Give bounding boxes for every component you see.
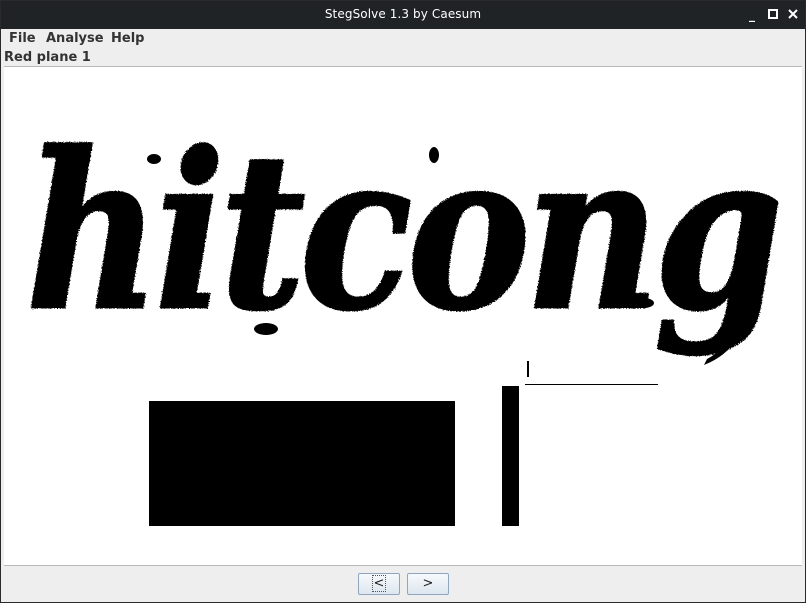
bit-plane-image: hitcong: [25, 104, 786, 526]
menu-help[interactable]: Help: [111, 31, 144, 46]
previous-plane-button[interactable]: <: [358, 573, 400, 595]
window-title: StegSolve 1.3 by Caesum: [324, 7, 482, 21]
menu-file[interactable]: File: [9, 31, 36, 46]
stegsolve-window: StegSolve 1.3 by Caesum _ File Analyse H…: [0, 0, 806, 603]
previous-button-label: <: [371, 575, 387, 592]
image-display: hitcong: [4, 66, 802, 566]
minimize-icon[interactable]: _: [745, 8, 759, 22]
next-button-label: >: [422, 576, 434, 591]
black-rectangle: [149, 401, 455, 526]
small-tick-mark: [527, 361, 529, 377]
close-icon[interactable]: [786, 8, 800, 22]
image-text-group: hitcong: [25, 104, 786, 360]
black-vertical-bar: [502, 386, 519, 526]
title-bar[interactable]: StegSolve 1.3 by Caesum _: [1, 1, 805, 29]
maximize-square-icon: [768, 9, 778, 19]
image-text: hitcong: [26, 105, 778, 358]
thin-horizontal-line: [525, 384, 658, 385]
navigation-bar: < >: [1, 567, 805, 602]
menu-analyse[interactable]: Analyse: [46, 31, 104, 46]
menu-bar: File Analyse Help: [1, 29, 805, 49]
maximize-icon[interactable]: [766, 8, 780, 22]
next-plane-button[interactable]: >: [407, 573, 449, 595]
close-x-icon: [788, 9, 798, 19]
plane-label: Red plane 1: [4, 50, 91, 65]
